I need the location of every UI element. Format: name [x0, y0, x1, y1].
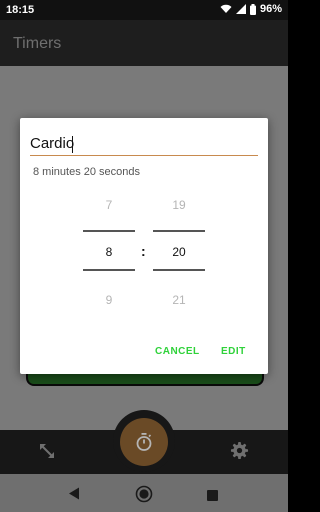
minutes-divider-bottom	[83, 269, 135, 271]
wifi-icon	[220, 4, 232, 13]
recents-icon	[207, 490, 218, 501]
gear-icon	[230, 441, 249, 460]
edit-button[interactable]: EDIT	[221, 346, 246, 357]
battery-percent: 96%	[259, 3, 282, 15]
timer-card[interactable]	[26, 372, 264, 386]
settings-button[interactable]	[230, 441, 249, 465]
seconds-next[interactable]: 21	[153, 293, 205, 307]
edit-timer-dialog: 8 minutes 20 seconds 7 8 9 : 19 20 21 CA…	[20, 118, 268, 374]
status-time: 18:15	[6, 4, 35, 16]
text-cursor	[72, 136, 73, 153]
duration-summary: 8 minutes 20 seconds	[33, 166, 141, 178]
recents-button[interactable]	[207, 488, 218, 506]
status-bar: 18:15 96%	[0, 0, 288, 20]
status-icons: 96%	[220, 3, 282, 15]
minutes-previous[interactable]: 7	[83, 198, 135, 212]
seconds-divider-bottom	[153, 269, 205, 271]
battery-icon	[249, 3, 256, 15]
stopwatch-icon	[136, 433, 152, 451]
seconds-current[interactable]: 20	[153, 245, 205, 259]
back-button[interactable]	[68, 487, 80, 505]
cancel-button[interactable]: CANCEL	[155, 346, 200, 357]
minutes-divider-top	[83, 230, 135, 232]
time-separator: :	[141, 243, 146, 259]
stopwatch-fab-button[interactable]	[120, 418, 168, 466]
resize-button[interactable]	[37, 441, 57, 466]
minutes-current[interactable]: 8	[83, 245, 135, 259]
back-icon	[69, 487, 79, 500]
minutes-next[interactable]: 9	[83, 293, 135, 307]
app-title: Timers	[13, 35, 62, 52]
app-bar: Timers	[0, 20, 288, 66]
signal-icon	[235, 4, 246, 14]
home-icon	[135, 485, 153, 503]
resize-arrows-icon	[40, 444, 54, 458]
timer-name-input[interactable]	[30, 132, 258, 156]
seconds-previous[interactable]: 19	[153, 198, 205, 212]
home-button[interactable]	[135, 485, 153, 508]
seconds-divider-top	[153, 230, 205, 232]
